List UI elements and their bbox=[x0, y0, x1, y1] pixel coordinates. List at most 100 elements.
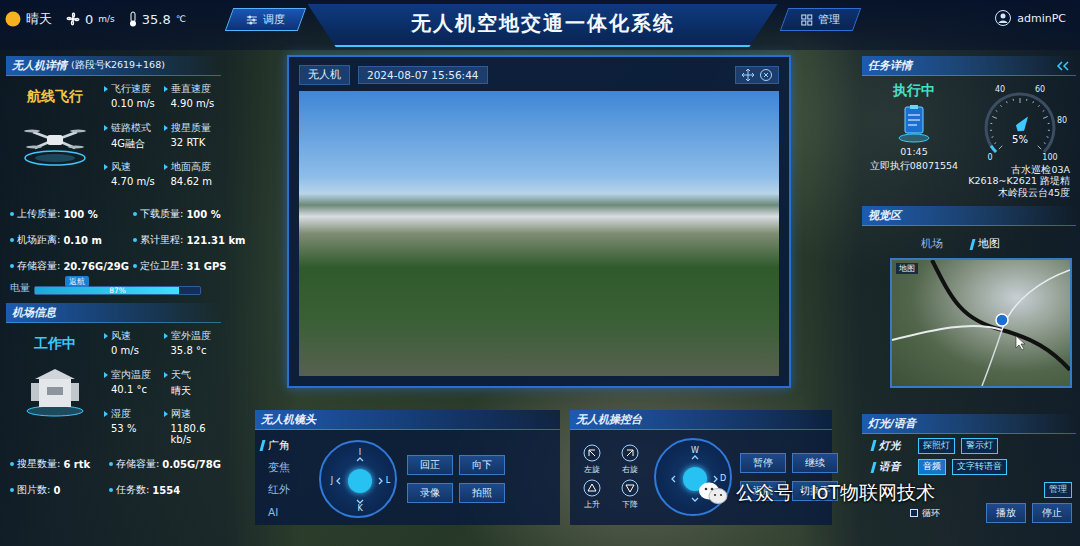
panel-title: 无人机镜头 bbox=[255, 410, 560, 430]
stat-grid: 飞行速度0.10 m/s垂直速度4.90 m/s链路模式4G融合搜星质量32 R… bbox=[104, 82, 221, 195]
chevron-icon bbox=[712, 475, 720, 483]
header: 晴天0m/s35.8℃调度无人机空地交通一体化系统管理adminPC bbox=[0, 0, 1080, 50]
watermark-text: 公众号 · IoT物联网技术 bbox=[736, 480, 935, 506]
info-value: 100 % bbox=[63, 209, 97, 220]
info-value: 20.76G/29G bbox=[63, 261, 129, 272]
drone-panel: 无人机详情(路段号K2619+168)航线飞行飞行速度0.10 m/s垂直速度4… bbox=[6, 56, 221, 295]
rotate-icon bbox=[583, 479, 601, 497]
gauge-tick: 100 bbox=[1040, 153, 1060, 163]
header-tab[interactable]: 调度 bbox=[224, 8, 305, 31]
stat-grid: 风速0 m/s室外温度35.8 °c室内温度40.1 °c天气晴天湿度53 %网… bbox=[104, 329, 221, 445]
rotation-button[interactable]: 左旋 bbox=[576, 444, 608, 475]
camera-mode[interactable]: 广角 bbox=[261, 438, 309, 453]
voice-button[interactable]: 音频 bbox=[918, 459, 946, 475]
stat: 垂直速度4.90 m/s bbox=[164, 82, 222, 117]
close-icon[interactable] bbox=[760, 69, 772, 81]
gauge-reading: 5% bbox=[964, 134, 1076, 145]
stat-value: 84.62 m bbox=[164, 176, 222, 187]
camera-body: 广角变焦红外 AI IJLK 回正向下录像拍照 bbox=[255, 430, 560, 525]
video-frame bbox=[299, 91, 779, 376]
camera-mode[interactable]: 红外 bbox=[261, 482, 309, 497]
camera-button[interactable]: 向下 bbox=[459, 455, 505, 475]
info-item: 任务数:1554 bbox=[109, 477, 221, 503]
rotate-icon bbox=[621, 444, 639, 462]
voice-label: 语音 bbox=[872, 460, 912, 474]
app-title: 无人机空地交通一体化系统 bbox=[308, 4, 778, 47]
light-label: 灯光 bbox=[872, 439, 912, 453]
chevron-icon bbox=[691, 496, 699, 504]
stat: 地面高度84.62 m bbox=[164, 160, 222, 195]
gauge-tick: 80 bbox=[1052, 116, 1072, 126]
sun-icon bbox=[4, 10, 22, 28]
panel-title: 视觉区 bbox=[862, 206, 1076, 226]
stat-value: 4G融合 bbox=[104, 137, 162, 151]
info-value: 1554 bbox=[152, 485, 180, 496]
battery-label: 电量 bbox=[10, 281, 30, 295]
task-line: K2618~K2621 路堤精 bbox=[968, 175, 1070, 186]
video-source: 无人机 bbox=[299, 65, 350, 85]
collapse-icon[interactable] bbox=[1056, 61, 1070, 71]
header-tab[interactable]: 管理 bbox=[779, 8, 860, 31]
weather-text: 晴天 bbox=[26, 10, 52, 28]
info-value: 31 GPS bbox=[186, 261, 226, 272]
user[interactable]: adminPC bbox=[880, 0, 1080, 26]
light-button[interactable]: 探照灯 bbox=[918, 438, 955, 454]
dock-top: 工作中风速0 m/s室外温度35.8 °c室内温度40.1 °c天气晴天湿度53… bbox=[6, 323, 221, 445]
loop-toggle[interactable]: 循环 bbox=[910, 507, 940, 520]
camera-button[interactable]: 回正 bbox=[407, 455, 453, 475]
task-lines: 古水巡检03AK2618~K2621 路堤精木岭段云台45度 bbox=[862, 164, 1076, 202]
joystick-knob[interactable] bbox=[348, 469, 372, 493]
stat: 天气晴天 bbox=[164, 368, 222, 403]
camera-joystick[interactable]: IJLK bbox=[319, 440, 397, 518]
move-icon[interactable] bbox=[742, 69, 754, 81]
voice-row: 语音音频文字转语音 bbox=[862, 457, 1076, 480]
rotation-button[interactable]: 右旋 bbox=[614, 444, 646, 475]
video-header: 无人机2024-08-07 15:56:44 bbox=[299, 65, 779, 85]
view-tab[interactable]: 机场 bbox=[914, 236, 943, 252]
camera-mode[interactable]: AI bbox=[261, 504, 309, 519]
view-tab[interactable]: 地图 bbox=[971, 236, 1000, 252]
stat-label: 搜星质量 bbox=[164, 121, 222, 135]
info-item: 图片数:0 bbox=[10, 477, 105, 503]
console-button[interactable]: 继续 bbox=[792, 453, 838, 473]
console-joystick[interactable]: WD bbox=[654, 438, 732, 516]
manage-button[interactable]: 管理 bbox=[1044, 482, 1072, 498]
camera-button[interactable]: 录像 bbox=[407, 483, 453, 503]
info-label: 图片数: bbox=[17, 483, 50, 497]
stat-label: 室外温度 bbox=[164, 329, 222, 343]
battery-track: 87%返航 bbox=[34, 286, 201, 295]
play-button[interactable]: 播放 bbox=[986, 503, 1026, 523]
loop-checkbox[interactable] bbox=[910, 509, 918, 517]
rotation-button[interactable]: 下降 bbox=[614, 479, 646, 510]
rotation-button[interactable]: 上升 bbox=[576, 479, 608, 510]
weather: 晴天0m/s35.8℃ bbox=[0, 0, 205, 28]
stat-label: 室内温度 bbox=[104, 368, 162, 382]
info-item: 下载质量:100 % bbox=[133, 201, 246, 227]
rotate-icon bbox=[621, 479, 639, 497]
info-value: 0.05G/78G bbox=[162, 459, 221, 470]
camera-button[interactable]: 拍照 bbox=[459, 483, 505, 503]
panel-title-text: 无人机详情 bbox=[12, 58, 67, 73]
voice-button[interactable]: 文字转语音 bbox=[952, 459, 1007, 475]
rotation-label: 下降 bbox=[622, 499, 638, 510]
user-name: adminPC bbox=[1017, 12, 1066, 25]
wind-group: 0m/s bbox=[65, 11, 115, 27]
info-value: 100 % bbox=[186, 209, 220, 220]
light-button[interactable]: 警示灯 bbox=[961, 438, 998, 454]
chevron-icon bbox=[670, 475, 678, 483]
loop-label: 循环 bbox=[922, 507, 940, 520]
bottom-panels: 无人机镜头广角变焦红外 AI IJLK 回正向下录像拍照 无人机操控台左旋右旋上升下降 W… bbox=[225, 388, 858, 525]
panel-title-text: 无人机操控台 bbox=[576, 412, 642, 427]
mini-map[interactable]: 地图 bbox=[890, 258, 1072, 388]
progress-gauge: 04060801005% bbox=[964, 82, 1076, 178]
light-row: 灯光探照灯警示灯 bbox=[862, 434, 1076, 457]
task-line: 木岭段云台45度 bbox=[998, 187, 1070, 198]
console-button[interactable]: 暂停 bbox=[740, 453, 786, 473]
watermark: 公众号 · IoT物联网技术 bbox=[698, 480, 935, 506]
camera-mode[interactable]: 变焦 bbox=[261, 460, 309, 475]
info-value: 0 bbox=[53, 485, 60, 496]
chevron-icon bbox=[356, 456, 364, 464]
rotate-icon bbox=[583, 444, 601, 462]
stat: 链路模式4G融合 bbox=[104, 121, 162, 156]
play-button[interactable]: 停止 bbox=[1032, 503, 1072, 523]
